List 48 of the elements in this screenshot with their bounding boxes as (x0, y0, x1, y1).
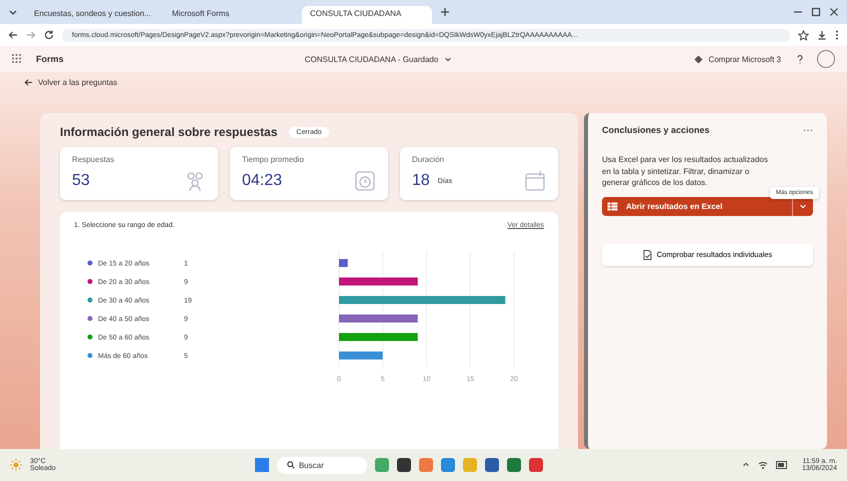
stat-value: 18 (412, 172, 430, 190)
close-icon[interactable] (829, 7, 839, 17)
avatar-icon[interactable] (817, 50, 836, 68)
more-options-button[interactable]: ··· (803, 125, 813, 136)
taskbar-app-icon[interactable] (506, 458, 521, 472)
diamond-icon (694, 54, 703, 64)
plus-icon[interactable] (440, 7, 450, 17)
wifi-icon[interactable] (758, 460, 768, 470)
browser-tab[interactable]: CONSULTA CIUDADANA (302, 6, 432, 24)
clock-icon (354, 170, 376, 192)
stat-value: 04:23 (242, 172, 282, 190)
menu-icon[interactable] (835, 30, 839, 40)
chevron-up-icon[interactable] (742, 461, 750, 469)
back-link[interactable]: Volver a las preguntas (38, 78, 118, 87)
search-icon (286, 461, 295, 469)
stat-label: Duración (412, 155, 446, 164)
star-icon[interactable] (798, 30, 809, 40)
browser-tab[interactable]: Encuestas, sondeos y cuestion... (26, 6, 156, 24)
chevron-down-icon[interactable] (444, 55, 452, 63)
insights-title: Conclusiones y acciones (602, 125, 710, 136)
chevron-down-icon (799, 202, 807, 210)
app-name: Forms (36, 54, 64, 64)
back-icon[interactable] (8, 30, 18, 40)
arrow-left-icon[interactable] (24, 78, 33, 87)
maximize-icon[interactable] (811, 7, 821, 17)
stat-value: 53 (72, 172, 90, 190)
browser-tab[interactable]: Microsoft Forms (164, 6, 294, 24)
calendar-icon (524, 170, 546, 192)
battery-icon[interactable] (776, 461, 788, 469)
help-icon[interactable] (795, 54, 806, 64)
stat-label: Respuestas (72, 155, 116, 164)
insights-description: Usa Excel para ver los resultados actualizados en la tabla y sintetizar. Filtrar, dinamizar o generar gráficos de los datos. (602, 154, 769, 189)
spreadsheet-icon (607, 202, 618, 211)
app-launcher-icon[interactable] (12, 54, 22, 64)
taskbar-app-icon[interactable] (396, 458, 411, 472)
download-icon[interactable] (817, 30, 827, 40)
stat-label: Tiempo promedio (242, 155, 305, 164)
document-check-icon (642, 250, 652, 260)
open-excel-button[interactable]: Abrir resultados en Excel (602, 196, 792, 216)
taskbar-search[interactable]: Buscar (276, 456, 367, 474)
reload-icon[interactable] (44, 30, 54, 40)
overview-title: Información general sobre respuestas (60, 125, 278, 139)
taskbar-app-icon[interactable] (484, 458, 499, 472)
form-title[interactable]: CONSULTA CIUDADANA - Guardado (304, 54, 438, 64)
start-icon[interactable] (254, 458, 269, 472)
bar (339, 259, 348, 267)
buy-link[interactable]: Comprar Microsoft 3 (708, 54, 782, 64)
bar (339, 352, 383, 360)
